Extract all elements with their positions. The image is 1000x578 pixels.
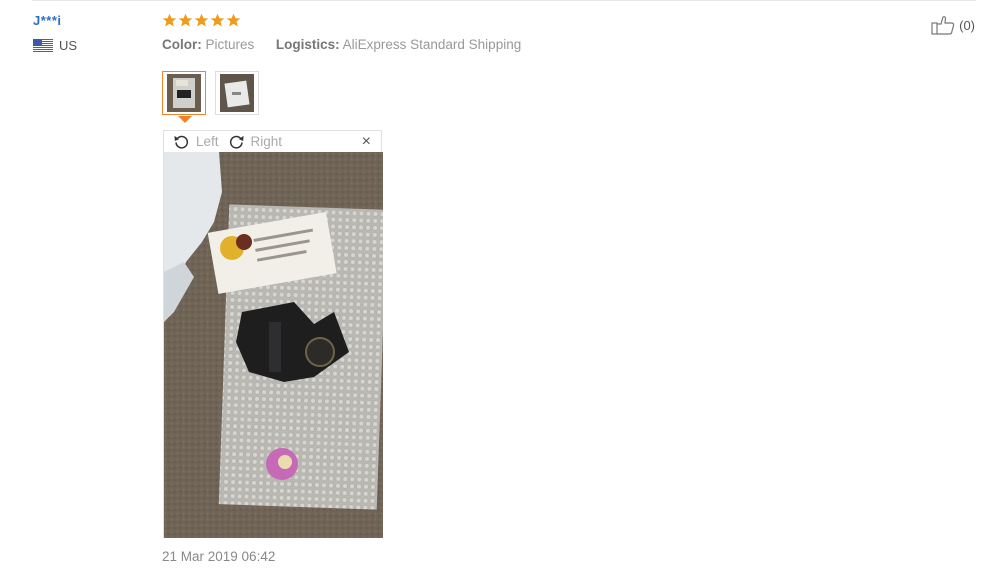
thumbnail-2[interactable] (215, 71, 259, 115)
logistics-value: AliExpress Standard Shipping (342, 37, 522, 52)
star-icon (178, 13, 193, 27)
star-rating (162, 13, 241, 28)
rotate-left-label: Left (196, 134, 219, 149)
active-thumbnail-caret (178, 116, 192, 123)
star-icon (162, 13, 177, 27)
review-date: 21 Mar 2019 06:42 (162, 549, 276, 564)
viewer-toolbar: Left Right × (164, 131, 381, 152)
star-icon (194, 13, 209, 27)
review-image-thumbnails (162, 71, 259, 123)
country-code: US (59, 38, 78, 53)
rotate-left-icon (174, 135, 189, 149)
image-viewer: Left Right × (163, 130, 383, 538)
thumbnail-photo-1 (167, 74, 201, 112)
review-photo (164, 152, 383, 538)
logistics-label: Logistics: (275, 37, 340, 52)
helpful-count: (0) (959, 17, 975, 33)
rotate-right-label: Right (250, 134, 283, 149)
star-icon (226, 13, 241, 27)
helpful-button[interactable]: (0) (931, 15, 975, 35)
rotate-right-icon (229, 135, 244, 149)
star-icon (210, 13, 225, 27)
review-attributes: Color: Pictures Logistics: AliExpress St… (162, 37, 521, 52)
thumbnail-photo-2 (220, 74, 254, 112)
color-label: Color: (162, 37, 202, 52)
rotate-right-button[interactable]: Right (228, 133, 283, 150)
top-divider (32, 0, 976, 1)
color-value: Pictures (205, 37, 255, 52)
rotate-left-button[interactable]: Left (173, 133, 219, 150)
thumbs-up-icon (931, 16, 955, 35)
close-icon[interactable]: × (362, 134, 371, 150)
reviewer-country: US (33, 38, 77, 53)
thumbnail-1[interactable] (162, 71, 206, 123)
reviewer-info: J***i US (33, 13, 77, 53)
reviewer-name: J***i (33, 13, 62, 28)
us-flag-icon (33, 39, 53, 52)
